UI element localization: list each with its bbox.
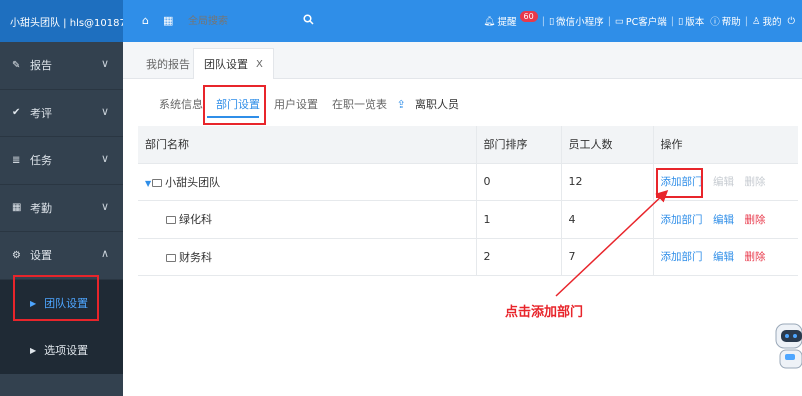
annotation-arrow <box>555 189 669 297</box>
annotation-text: 点击添加部门 <box>505 305 584 320</box>
robot-assistant-icon[interactable] <box>772 320 802 372</box>
